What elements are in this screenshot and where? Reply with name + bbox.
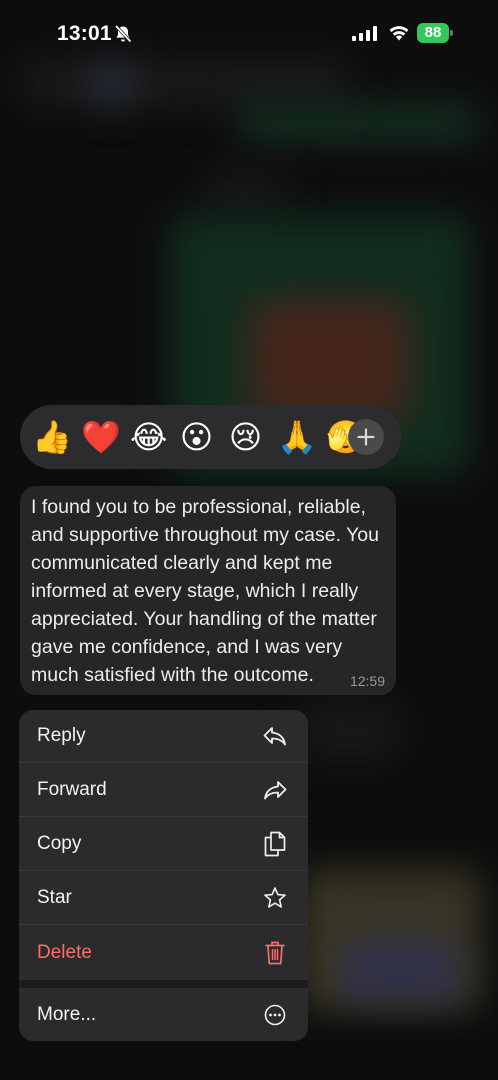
- status-bar: 13:01 88: [0, 0, 498, 68]
- cellular-signal-icon: [352, 25, 377, 41]
- reaction-bar: 👍 ❤️ 😂 😮 😢 🙏 🫣: [20, 405, 401, 469]
- reply-menu-item[interactable]: Reply: [19, 710, 308, 763]
- forward-icon: [262, 777, 288, 803]
- battery-level: 88: [424, 24, 442, 41]
- reaction-crying[interactable]: 😢: [228, 405, 263, 469]
- reaction-tears-of-joy[interactable]: 😂: [130, 405, 167, 469]
- trash-icon: [262, 940, 288, 966]
- message-bubble[interactable]: I found you to be professional, reliable…: [20, 486, 396, 695]
- reaction-surprised[interactable]: 😮: [179, 405, 214, 469]
- reaction-folded-hands[interactable]: 🙏: [277, 405, 317, 469]
- wifi-icon: [389, 26, 409, 41]
- copy-label: Copy: [37, 833, 82, 854]
- more-options-icon: [262, 1002, 288, 1028]
- more-menu-item[interactable]: More...: [19, 988, 308, 1041]
- message-timestamp: 12:59: [349, 673, 385, 689]
- more-label: More...: [37, 1003, 97, 1025]
- forward-label: Forward: [37, 779, 107, 800]
- menu-divider: [19, 980, 308, 988]
- star-icon: [262, 885, 288, 911]
- delete-label: Delete: [37, 941, 92, 963]
- star-menu-item[interactable]: Star: [19, 872, 308, 925]
- delete-menu-item[interactable]: Delete: [19, 926, 308, 979]
- reply-icon: [262, 723, 288, 749]
- reply-label: Reply: [37, 725, 86, 746]
- copy-icon: [262, 831, 288, 857]
- forward-menu-item[interactable]: Forward: [19, 764, 308, 817]
- plus-icon[interactable]: [348, 419, 384, 455]
- reaction-red-heart[interactable]: ❤️: [81, 405, 121, 469]
- star-label: Star: [37, 887, 72, 908]
- status-time: 13:01: [57, 22, 112, 45]
- copy-menu-item[interactable]: Copy: [19, 818, 308, 871]
- battery-indicator: 88: [417, 23, 453, 43]
- message-context-menu: Reply Forward Copy Star Delete More...: [19, 710, 308, 1041]
- message-text: I found you to be professional, reliable…: [31, 496, 379, 686]
- reaction-thumbs-up[interactable]: 👍: [32, 405, 72, 469]
- silent-bell-icon: [114, 24, 132, 43]
